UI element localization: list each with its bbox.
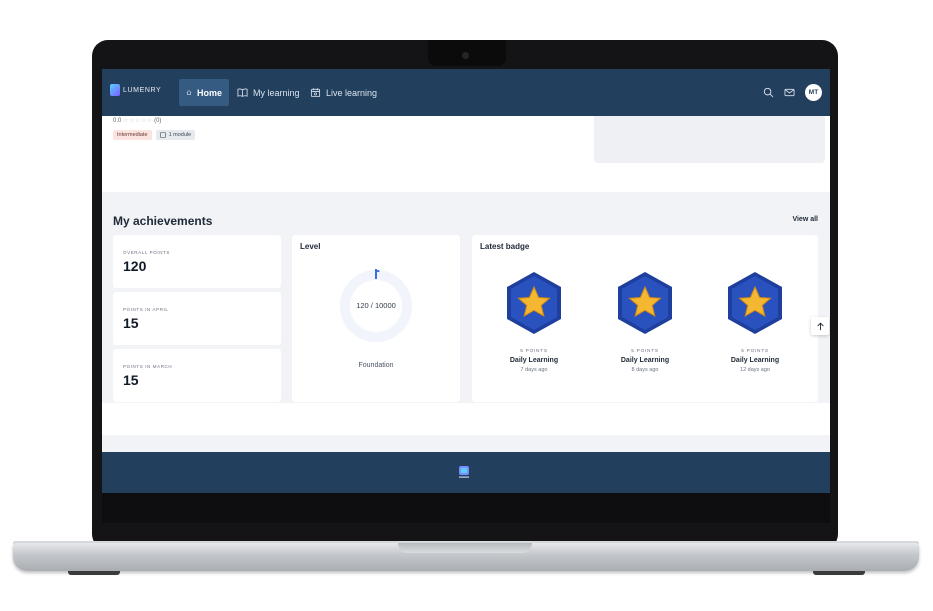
laptop-hinge-cutout <box>398 543 532 553</box>
nav-home[interactable]: Home <box>179 79 229 106</box>
laptop-foot-left <box>68 571 120 575</box>
achievements-title: My achievements <box>113 214 213 228</box>
camera-icon <box>462 52 469 59</box>
badge-points: 5 POINTS <box>520 349 548 354</box>
latest-badge-card: Latest badge 5 POINTS Daily Learning 7 d… <box>472 235 818 402</box>
module-icon <box>159 132 166 138</box>
nav-home-label: Home <box>196 87 222 98</box>
badge-points: 5 POINTS <box>631 349 659 354</box>
rating-stars-icon: ☆☆☆☆☆ <box>123 118 153 124</box>
course-rating: 0.0 ☆☆☆☆☆ (0) <box>113 117 161 124</box>
badge-name: Daily Learning <box>620 357 670 364</box>
points-value: 120 <box>123 258 147 274</box>
mail-icon[interactable] <box>784 87 795 98</box>
badge-name: Daily Learning <box>730 357 780 364</box>
points-value: 15 <box>123 372 139 388</box>
latest-badge-title: Latest badge <box>480 242 530 251</box>
brand-name: LUMENRY <box>123 86 162 94</box>
nav-my-learning[interactable]: My learning <box>230 79 307 106</box>
calendar-icon <box>310 88 321 98</box>
points-value: 15 <box>123 315 139 331</box>
page-footer <box>102 452 830 493</box>
points-label: POINTS IN MARCH <box>123 364 173 369</box>
view-all-link[interactable]: View all <box>792 216 818 223</box>
points-card-overall: OVERALL POINTS 120 <box>113 235 281 288</box>
badge-name: Daily Learning <box>509 357 559 364</box>
course-side-panel <box>594 116 825 163</box>
brand-logo[interactable]: LUMENRY <box>110 84 161 96</box>
level-card: Level 120 / 10000 Foundation <box>292 235 460 402</box>
badge-item[interactable]: 5 POINTS Daily Learning 12 days ago <box>720 270 790 373</box>
star-badge-icon <box>728 272 782 334</box>
modules-tag-label: 1 module <box>168 132 192 138</box>
badge-date: 8 days ago <box>631 367 659 373</box>
level-name: Foundation <box>358 362 394 369</box>
content-bottom-strip <box>102 403 830 435</box>
scroll-to-top-button[interactable] <box>811 317 829 335</box>
rating-count: (0) <box>154 118 162 124</box>
nav-my-learning-label: My learning <box>253 87 300 98</box>
logo-mark-icon <box>110 84 120 96</box>
badge-item[interactable]: 5 POINTS Daily Learning 7 days ago <box>499 270 569 373</box>
nav-live-learning[interactable]: Live learning <box>303 79 384 106</box>
badge-item[interactable]: 5 POINTS Daily Learning 8 days ago <box>610 270 680 373</box>
level-tag: Intermediate <box>113 130 152 140</box>
points-card-april: POINTS IN APRIL 15 <box>113 292 281 345</box>
modules-tag: 1 module <box>155 130 196 140</box>
nav-actions: MT <box>763 84 822 101</box>
course-tags: Intermediate 1 module <box>113 130 196 140</box>
home-icon <box>186 90 192 95</box>
user-avatar[interactable]: MT <box>805 84 822 101</box>
badge-date: 7 days ago <box>520 367 548 373</box>
points-card-march: POINTS IN MARCH 15 <box>113 349 281 402</box>
course-section: 0.0 ☆☆☆☆☆ (0) Intermediate 1 module <box>102 116 830 192</box>
rating-value: 0.0 <box>113 118 122 124</box>
laptop-foot-right <box>813 571 865 575</box>
level-title: Level <box>300 242 321 251</box>
star-badge-icon <box>618 272 672 334</box>
progress-marker <box>375 269 377 279</box>
badge-date: 12 days ago <box>740 367 770 373</box>
points-label: POINTS IN APRIL <box>123 307 169 312</box>
points-label: OVERALL POINTS <box>123 250 170 255</box>
star-badge-icon <box>507 272 561 334</box>
level-progress-text: 120 / 10000 <box>356 301 396 310</box>
badge-points: 5 POINTS <box>741 349 769 354</box>
screen-bezel <box>102 493 830 523</box>
nav-live-learning-label: Live learning <box>326 87 378 98</box>
screen: LUMENRY Home My learning Live learning M… <box>102 69 830 493</box>
arrow-up-icon <box>816 322 824 330</box>
search-icon[interactable] <box>763 87 774 98</box>
footer-logo-icon[interactable] <box>457 465 471 479</box>
top-navbar: LUMENRY Home My learning Live learning M… <box>102 69 830 116</box>
book-icon <box>237 88 248 97</box>
